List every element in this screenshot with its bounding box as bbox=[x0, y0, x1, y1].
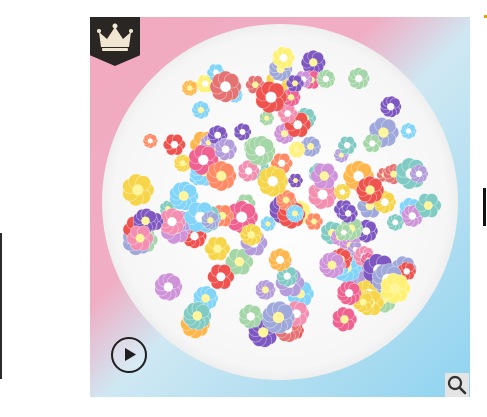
flower-bead bbox=[409, 164, 429, 184]
flower-bead bbox=[272, 46, 296, 70]
flower-bead bbox=[338, 203, 359, 224]
flower-bead bbox=[287, 173, 304, 188]
flower-bead bbox=[257, 165, 289, 198]
flower-bead bbox=[286, 204, 305, 223]
flower-bead bbox=[154, 272, 183, 302]
flower-bead bbox=[201, 210, 220, 230]
flower-bead bbox=[355, 175, 385, 205]
flower-bead bbox=[334, 224, 353, 241]
left-scroll-indicator bbox=[0, 233, 2, 379]
crown-icon bbox=[97, 23, 133, 51]
magnifier-icon bbox=[447, 375, 467, 395]
flower-bead bbox=[262, 300, 295, 334]
flower-bead bbox=[386, 213, 405, 232]
flower-bead bbox=[379, 95, 402, 118]
flower-bead bbox=[245, 135, 276, 167]
zoom-button[interactable] bbox=[445, 373, 469, 397]
flower-bead bbox=[337, 280, 362, 306]
flower-bead bbox=[285, 74, 305, 93]
play-icon bbox=[125, 348, 136, 361]
play-video-button[interactable] bbox=[111, 337, 147, 373]
flower-bead bbox=[126, 225, 154, 251]
flower-bead bbox=[181, 79, 199, 97]
flower-bead bbox=[415, 193, 442, 218]
flower-bead bbox=[318, 251, 346, 279]
flower-bead bbox=[142, 133, 159, 149]
flower-bead bbox=[207, 264, 235, 290]
flower-bead bbox=[209, 70, 242, 103]
flower-bead bbox=[259, 110, 275, 126]
flower-bead bbox=[204, 236, 231, 261]
flower-bead bbox=[337, 136, 357, 155]
right-scroll-indicator[interactable] bbox=[483, 188, 486, 226]
flower-bead bbox=[162, 134, 186, 156]
flower-bead bbox=[310, 163, 339, 190]
flower-bead bbox=[400, 122, 417, 140]
flower-bead bbox=[288, 141, 306, 159]
flower-bead bbox=[255, 279, 276, 301]
flower-bead bbox=[206, 160, 237, 192]
flower-bead bbox=[191, 100, 211, 120]
product-image-viewer[interactable] bbox=[90, 17, 470, 397]
flower-bead bbox=[362, 134, 383, 153]
flower-bead bbox=[304, 212, 324, 231]
flower-bead bbox=[233, 122, 252, 141]
flower-bead bbox=[268, 248, 293, 272]
product-photo bbox=[102, 24, 458, 380]
flower-bead bbox=[334, 183, 352, 201]
flower-bead bbox=[183, 301, 212, 331]
flower-bead bbox=[239, 223, 263, 247]
flower-bead bbox=[347, 67, 370, 90]
flower-bead bbox=[316, 69, 336, 89]
